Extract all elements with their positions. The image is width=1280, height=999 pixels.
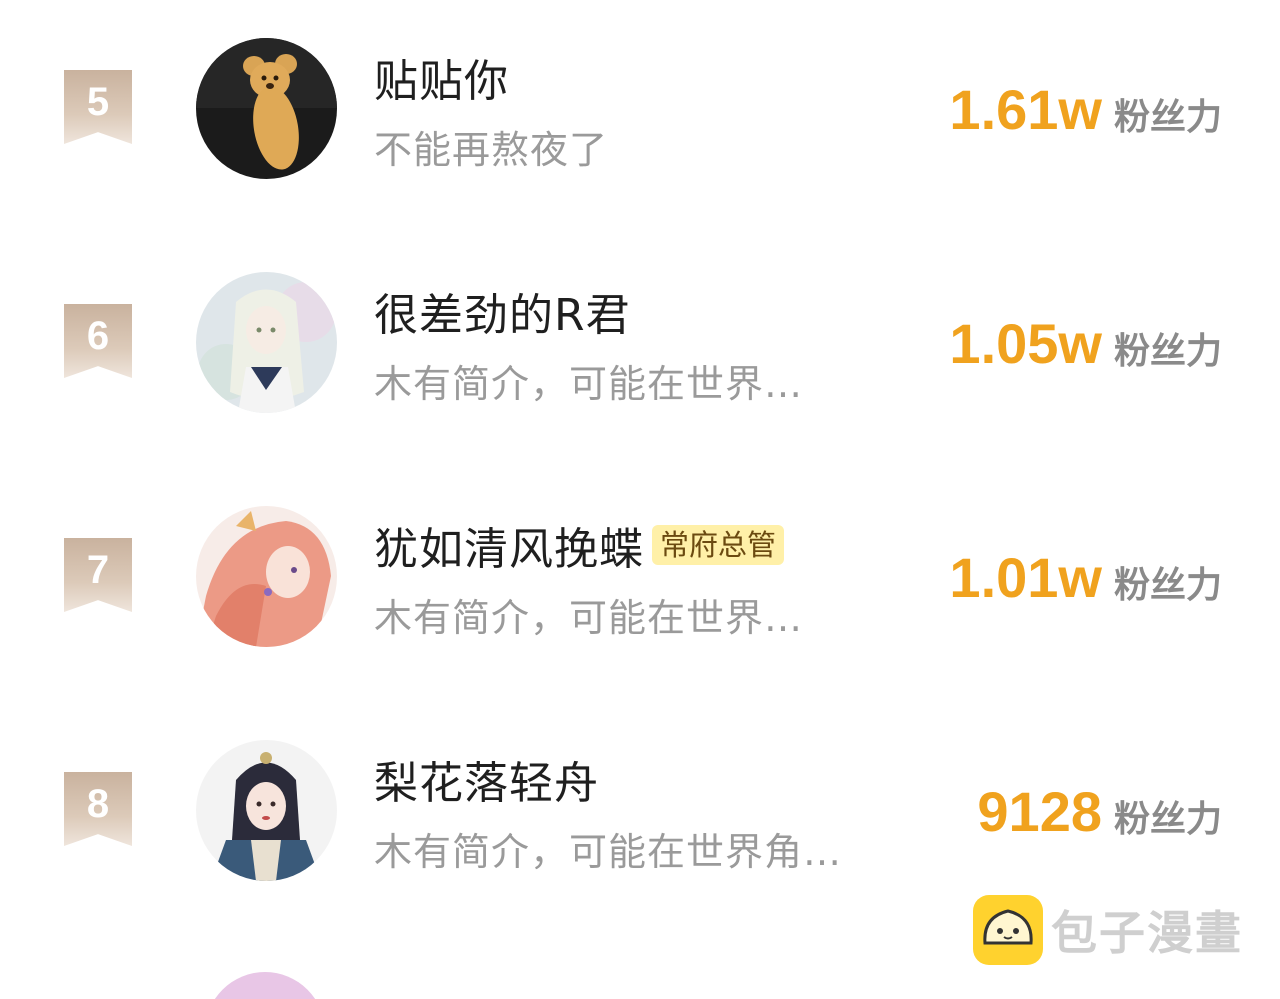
user-avatar[interactable] [196,38,337,179]
ancient-costume-girl-avatar [196,740,337,881]
user-name-line: 贴贴你 [374,47,509,107]
white-hair-anime-girl-avatar [196,272,337,413]
fans-power: 9128 粉丝力 [977,779,1222,844]
user-name-line: 很差劲的R君 [374,281,631,341]
user-name[interactable]: 梨花落轻舟 [374,747,599,811]
user-avatar [205,972,325,999]
rank-number: 8 [86,782,110,826]
user-avatar[interactable] [196,506,337,647]
user-name[interactable]: 犹如清风挽蝶 [374,513,644,577]
fans-power: 1.01w 粉丝力 [949,545,1222,610]
pink-hair-anime-avatar [196,506,337,647]
user-name-line: 犹如清风挽蝶 常府总管 [374,513,785,577]
partial-next-row [0,972,1280,999]
user-name-line: 梨花落轻舟 [374,749,599,809]
fans-label: 粉丝力 [1113,799,1222,840]
fans-label: 粉丝力 [1113,97,1222,138]
baozi-bun-icon [973,895,1043,965]
rank-row-5[interactable]: 5 贴贴你 不能再熬夜了 1.61w 粉丝力 [0,37,1280,271]
rank-ribbon: 6 [64,304,132,378]
koala-plush-avatar [196,38,337,179]
fans-value: 1.05w [949,312,1102,375]
user-bio: 木有简介，可能在世界… [374,362,804,406]
user-name[interactable]: 贴贴你 [374,45,509,109]
fans-label: 粉丝力 [1113,565,1222,606]
fans-power: 1.05w 粉丝力 [949,311,1222,376]
rank-number: 5 [86,80,110,124]
user-bio: 木有简介，可能在世界角… [374,830,843,874]
rank-ribbon: 5 [64,70,132,144]
fans-value: 1.01w [949,546,1102,609]
rank-row-6[interactable]: 6 很差劲的R君 木有简介，可能在世界… 1.05w 粉丝力 [0,271,1280,505]
fans-ranking-list: 5 贴贴你 不能再熬夜了 1.61w 粉丝力 6 很差劲的R君 木有简介，可能在… [0,0,1280,999]
title-badge: 常府总管 [652,525,785,565]
watermark: 包子漫畫 [973,895,1243,965]
rank-number: 6 [86,314,110,358]
fans-value: 9128 [977,780,1102,843]
fans-power: 1.61w 粉丝力 [949,77,1222,142]
user-name[interactable]: 很差劲的R君 [374,279,631,343]
user-bio: 木有简介，可能在世界… [374,596,804,640]
rank-row-7[interactable]: 7 犹如清风挽蝶 常府总管 木有简介，可能在世界… 1.01w 粉丝力 [0,505,1280,739]
watermark-text: 包子漫畫 [1051,906,1243,960]
fans-value: 1.61w [949,78,1102,141]
user-bio: 不能再熬夜了 [374,128,609,172]
user-avatar[interactable] [196,740,337,881]
rank-ribbon: 7 [64,538,132,612]
rank-number: 7 [86,548,110,592]
rank-ribbon: 8 [64,772,132,846]
user-avatar[interactable] [196,272,337,413]
fans-label: 粉丝力 [1113,331,1222,372]
